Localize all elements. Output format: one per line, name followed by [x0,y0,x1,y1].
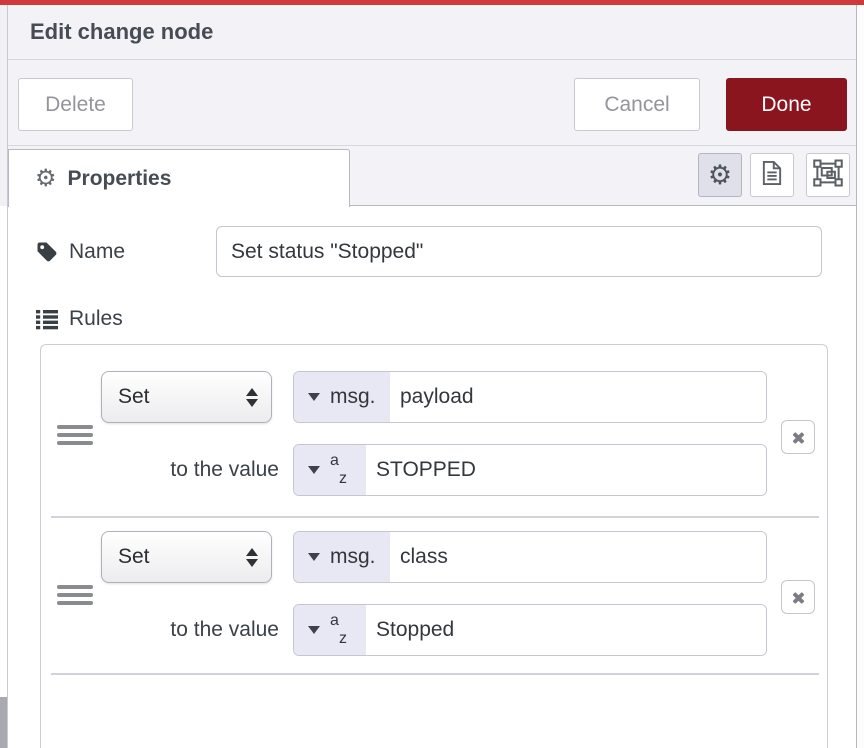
workspace-edge-top [0,5,7,206]
properties-panel: Name Rules Set [8,206,856,748]
rule-divider [51,516,819,518]
delete-rule-button[interactable] [781,420,815,454]
delete-button[interactable]: Delete [18,78,133,131]
rule-action-select[interactable]: Set [101,531,272,583]
rule-value-field: az [293,444,767,496]
panel-right-edge [857,5,864,748]
list-icon [35,307,59,331]
rule-drag-handle[interactable] [57,425,93,445]
name-label-text: Name [69,240,125,264]
gear-icon: ⚙ [708,162,732,189]
property-type-selector[interactable]: msg. [294,372,390,422]
property-type-label: msg. [330,545,386,569]
property-type-selector[interactable]: msg. [294,532,390,582]
tab-properties-label: Properties [68,167,172,191]
workspace-edge-bottom [0,697,7,748]
rule-property-field: msg. [293,531,767,583]
rule-action-value: Set [118,545,246,569]
value-type-selector[interactable]: az [294,445,366,495]
rule-action-value: Set [118,385,246,409]
group-selection-icon [813,158,843,193]
to-the-value-label: to the value [101,444,279,496]
string-type-icon: az [330,615,348,645]
rule-property-field: msg. [293,371,767,423]
rule-value-field: az [293,604,767,656]
chevron-down-icon [308,466,320,474]
value-type-selector[interactable]: az [294,605,366,655]
node-red-editor: Edit change node Delete Cancel Done ⚙ Pr… [0,0,864,748]
dialog-header: Edit change node [8,5,856,60]
dialog-button-row: Delete Cancel Done [8,60,856,146]
property-type-label: msg. [330,385,386,409]
gear-icon: ⚙ [35,167,57,191]
tab-properties[interactable]: ⚙ Properties [8,149,350,207]
workspace-edge [0,5,8,748]
chevron-down-icon [308,393,320,401]
rule-divider [51,673,819,675]
value-input[interactable] [366,605,766,655]
rules-section-label: Rules [35,302,123,336]
cancel-button[interactable]: Cancel [574,78,700,131]
close-icon [792,596,805,600]
tag-icon [35,240,59,264]
property-input[interactable] [390,372,766,422]
document-icon [758,159,786,192]
delete-rule-button[interactable] [781,580,815,614]
rules-label-text: Rules [69,307,123,331]
done-button[interactable]: Done [726,78,847,131]
property-input[interactable] [390,532,766,582]
name-input[interactable] [216,226,822,277]
appearance-view-button[interactable] [806,153,850,197]
to-the-value-label: to the value [101,604,279,656]
select-arrows-icon [246,548,258,567]
select-arrows-icon [246,388,258,407]
description-view-button[interactable] [750,153,794,197]
rules-list: Set msg. to the value [40,344,828,748]
close-icon [792,436,805,440]
name-field-label: Name [35,226,125,277]
value-input[interactable] [366,445,766,495]
chevron-down-icon [308,626,320,634]
rule-drag-handle[interactable] [57,585,93,605]
edit-dialog: Edit change node Delete Cancel Done ⚙ Pr… [8,5,857,748]
editor-tab-bar: ⚙ Properties ⚙ [8,146,856,206]
rule-action-select[interactable]: Set [101,371,272,423]
chevron-down-icon [308,553,320,561]
dialog-title: Edit change node [30,5,213,59]
properties-view-button[interactable]: ⚙ [698,153,742,197]
string-type-icon: az [330,455,348,485]
